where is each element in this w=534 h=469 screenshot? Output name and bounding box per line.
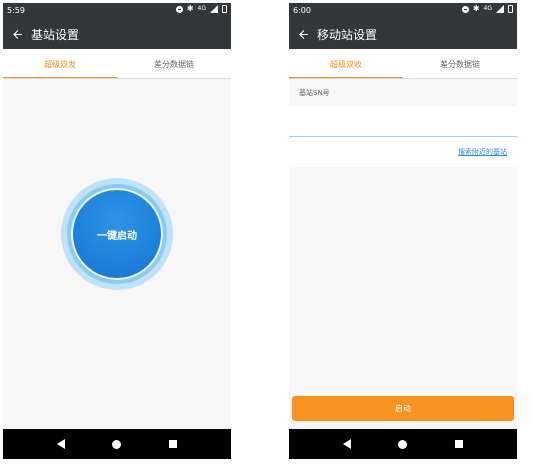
signal-icon [496, 5, 504, 13]
tab-bar: 超级双发 差分数据链 [3, 49, 231, 79]
battery-icon [508, 5, 513, 13]
app-bar: 基站设置 [3, 19, 231, 49]
network-type-label: 4G [483, 5, 492, 12]
nav-recents-icon[interactable] [455, 440, 464, 448]
tab-diff-datalink[interactable]: 差分数据链 [403, 49, 517, 79]
nav-back-icon[interactable] [342, 439, 351, 449]
back-arrow-icon[interactable] [289, 28, 317, 41]
bluetooth-icon: ✱ [186, 4, 194, 13]
page-title: 基站设置 [31, 27, 80, 42]
tab-super-dual-send[interactable]: 超级双发 [3, 49, 117, 79]
tab-bar: 超级双收 差分数据链 [289, 49, 517, 79]
bluetooth-icon: ✱ [472, 4, 480, 13]
one-key-start-ring: 一键启动 [67, 184, 167, 284]
status-time: 6:00 [293, 6, 311, 15]
search-row: 搜索附近的基站 [289, 137, 517, 167]
status-bar: 5:59 ✱ 4G [3, 3, 231, 19]
app-bar: 移动站设置 [289, 19, 517, 49]
nav-home-icon[interactable] [112, 439, 122, 449]
nav-back-icon[interactable] [56, 439, 65, 449]
network-type-label: 4G [197, 5, 206, 12]
base-sn-label: 基站SN号 [289, 79, 517, 106]
nav-recents-icon[interactable] [169, 440, 178, 448]
base-sn-input[interactable] [289, 106, 517, 137]
status-icons: ✱ 4G [461, 4, 513, 13]
system-nav-bar [3, 429, 231, 459]
rover-station-screen: 6:00 ✱ 4G 移动站设置 超级双收 差分数据链 基站SN号 搜索附近的基站… [289, 3, 517, 459]
start-button[interactable]: 启动 [292, 396, 514, 421]
status-time: 5:59 [7, 6, 25, 15]
do-not-disturb-icon [175, 5, 183, 13]
do-not-disturb-icon [461, 5, 469, 13]
tab-diff-datalink[interactable]: 差分数据链 [117, 49, 231, 79]
base-station-screen: 5:59 ✱ 4G 基站设置 超级双发 差分数据链 一键启动 [3, 3, 231, 459]
one-key-start-halo: 一键启动 [61, 178, 173, 290]
signal-icon [210, 5, 218, 13]
status-icons: ✱ 4G [175, 4, 227, 13]
nav-home-icon[interactable] [398, 439, 408, 449]
back-arrow-icon[interactable] [3, 28, 31, 41]
search-nearby-base-link[interactable]: 搜索附近的基站 [458, 147, 507, 157]
battery-icon [222, 5, 227, 13]
tab-super-dual-receive[interactable]: 超级双收 [289, 49, 403, 79]
status-bar: 6:00 ✱ 4G [289, 3, 517, 19]
one-key-start-button[interactable]: 一键启动 [71, 188, 163, 280]
page-title: 移动站设置 [317, 27, 378, 42]
system-nav-bar [289, 429, 517, 459]
